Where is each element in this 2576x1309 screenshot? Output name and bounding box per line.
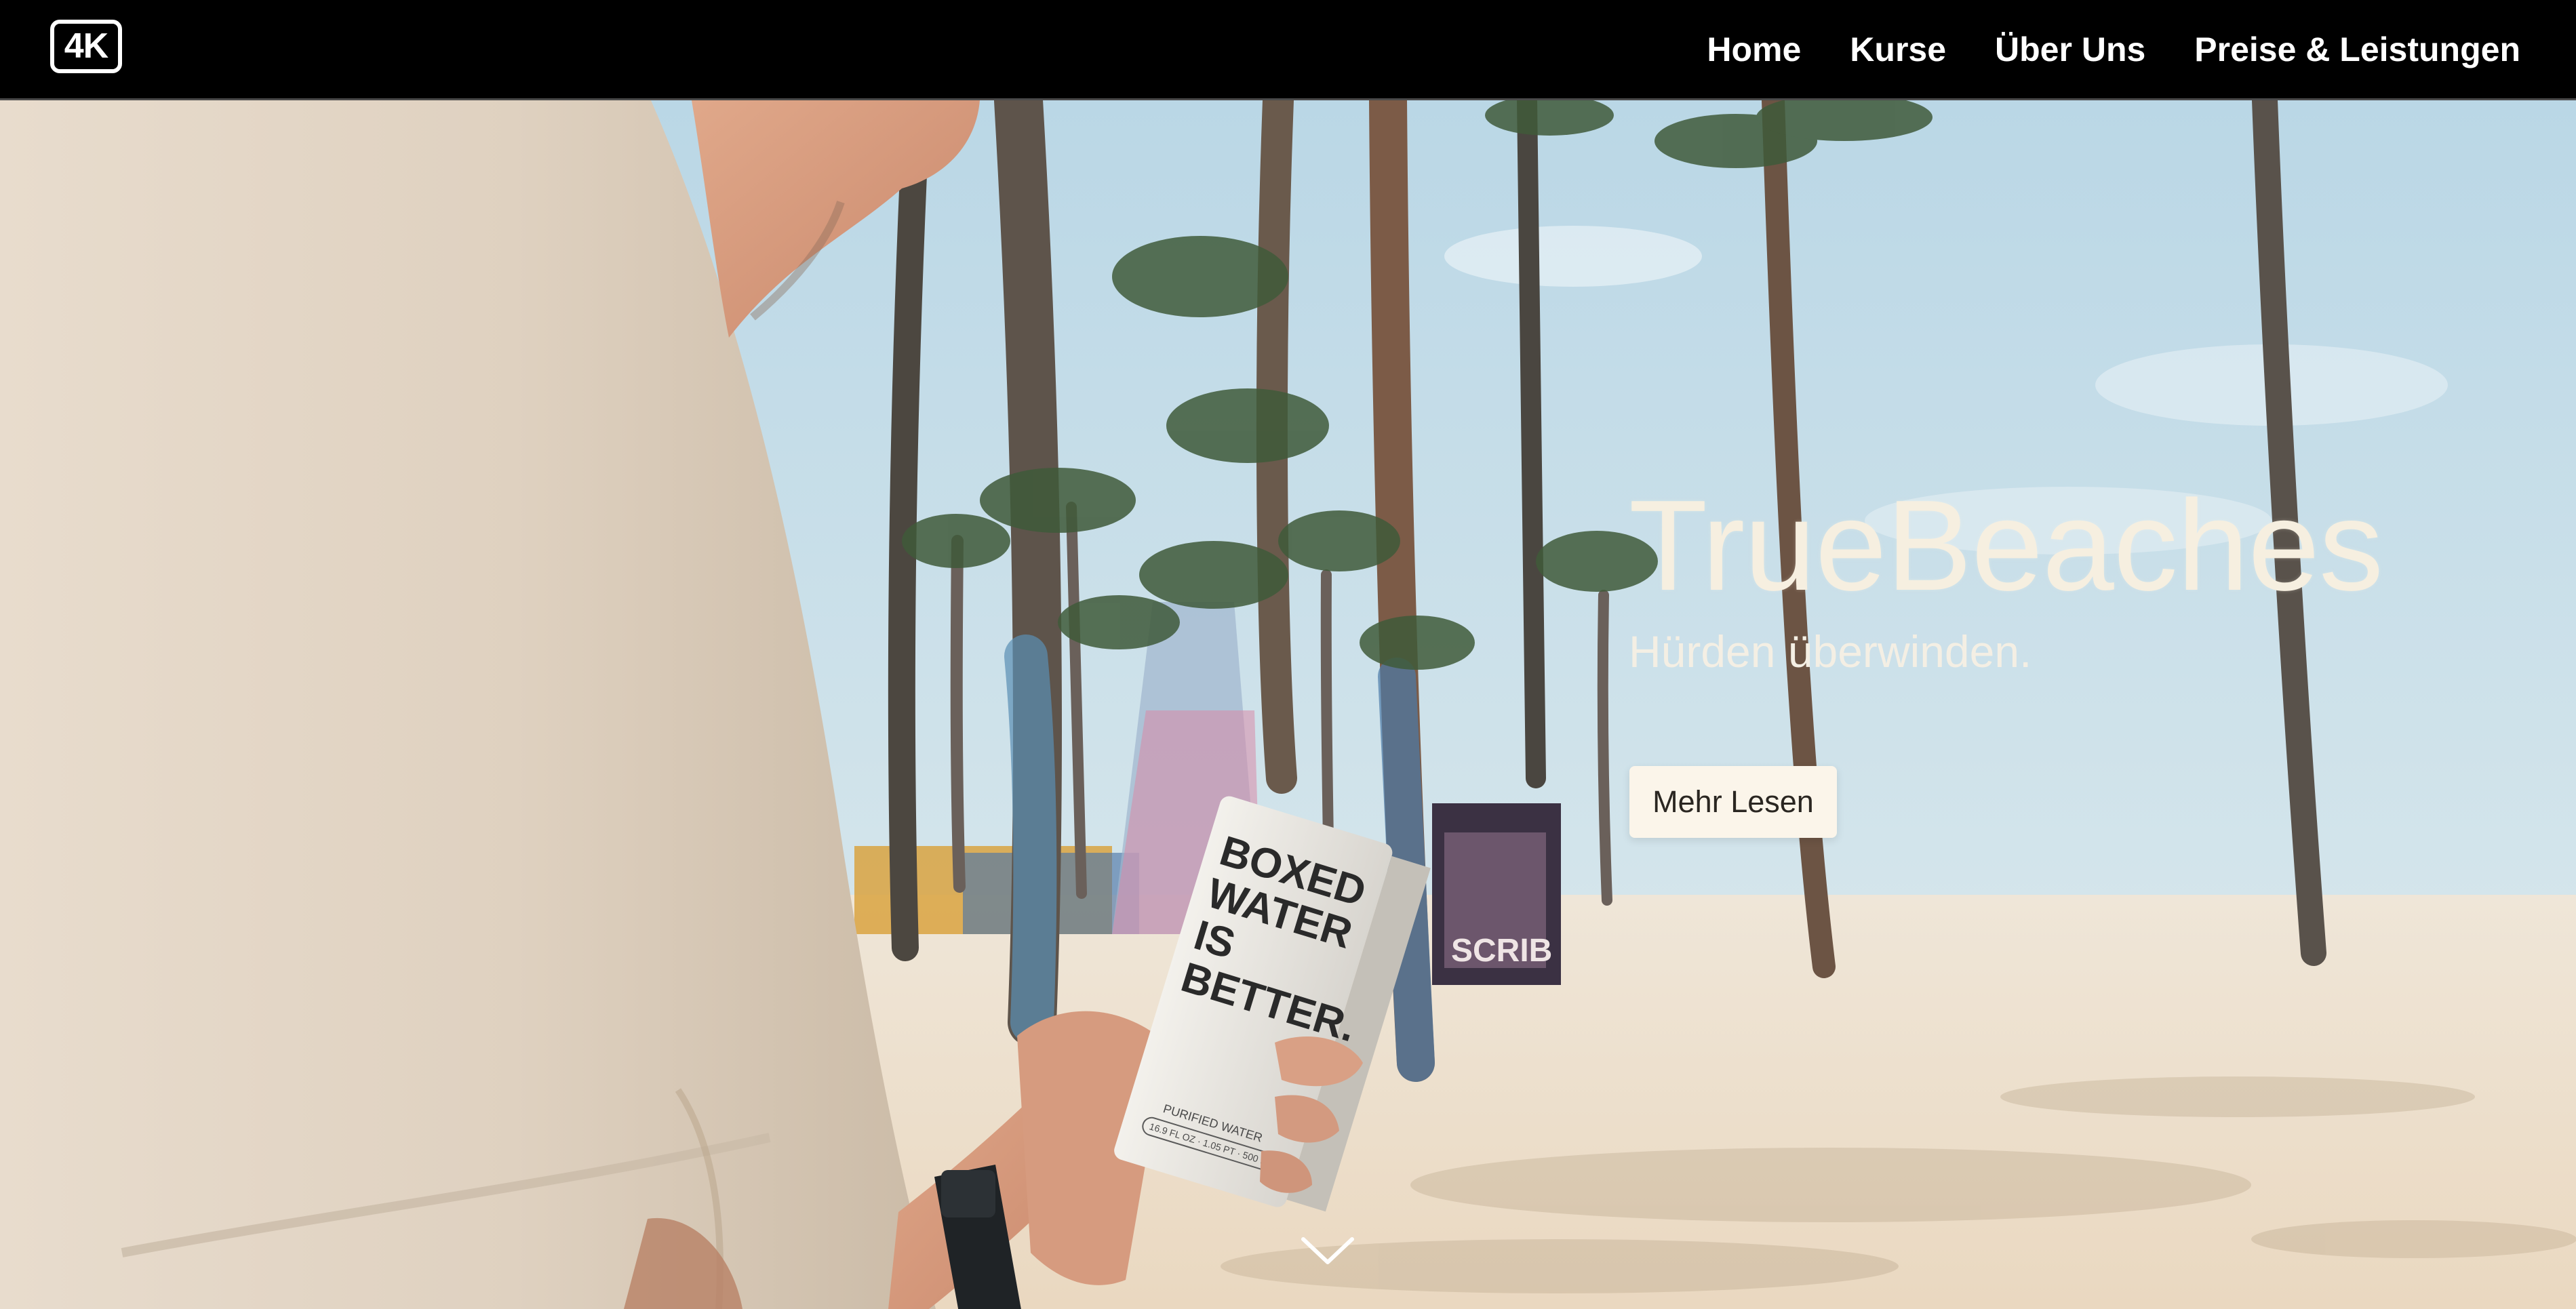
nav-ueber-uns-link[interactable]: Über Uns	[1995, 30, 2145, 69]
svg-text:SCRIB: SCRIB	[1451, 933, 1552, 969]
hero-background-photo: SCRIB BOXED WATER IS BETTER. PURIFIED WA…	[0, 100, 2576, 1309]
hero-subtitle: Hürden überwinden.	[1629, 626, 2032, 677]
hero-section: SCRIB BOXED WATER IS BETTER. PURIFIED WA…	[0, 100, 2576, 1309]
chevron-down-icon[interactable]	[1299, 1234, 1356, 1268]
nav-home-link[interactable]: Home	[1707, 30, 1801, 69]
hero-title: TrueBeaches	[1629, 474, 2383, 618]
top-navigation-bar: 4K Home Kurse Über Uns Preise & Leistung…	[0, 0, 2576, 100]
main-navigation: Home Kurse Über Uns Preise & Leistungen	[1707, 0, 2520, 98]
nav-kurse-link[interactable]: Kurse	[1850, 30, 1946, 69]
nav-preise-leistungen-link[interactable]: Preise & Leistungen	[2194, 30, 2520, 69]
4k-logo[interactable]: 4K	[50, 20, 122, 73]
read-more-button[interactable]: Mehr Lesen	[1629, 766, 1837, 838]
